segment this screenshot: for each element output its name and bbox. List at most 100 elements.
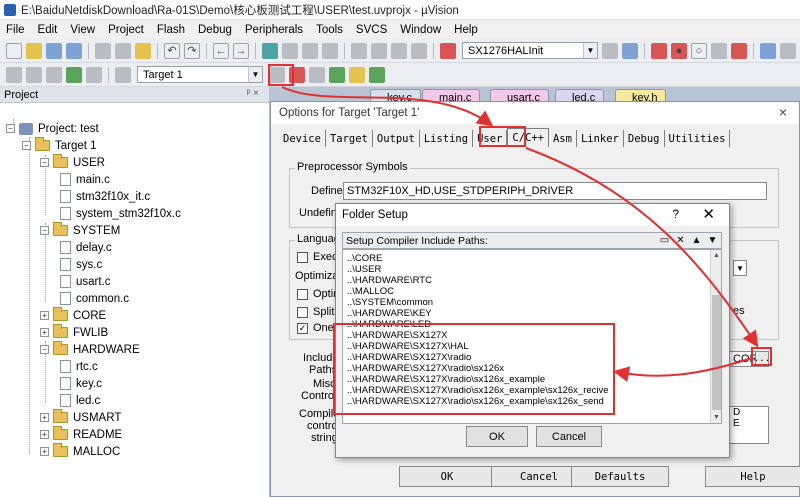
indent-icon[interactable] <box>351 42 367 59</box>
file-delay-c[interactable]: delay.c <box>56 239 112 256</box>
tab-target[interactable]: Target <box>326 130 373 147</box>
software-packs-icon[interactable] <box>349 66 365 83</box>
new-file-icon[interactable] <box>6 42 22 59</box>
tab-linker[interactable]: Linker <box>577 130 624 147</box>
group-hardware[interactable]: − HARDWARE <box>40 341 140 358</box>
comment-icon[interactable] <box>391 42 407 59</box>
build-icon[interactable] <box>26 66 42 83</box>
folder-cancel-button[interactable]: Cancel <box>536 426 602 447</box>
define-input[interactable]: STM32F10X_HD,USE_STDPERIPH_DRIVER <box>343 182 767 200</box>
pin-close-icon[interactable]: ᵖ × <box>247 88 259 99</box>
chevron-down-icon[interactable]: ▼ <box>248 67 262 82</box>
find-icon[interactable] <box>602 42 618 59</box>
options-defaults-button[interactable]: Defaults <box>571 466 669 487</box>
file-usart-c[interactable]: usart.c <box>56 273 111 290</box>
tab-asm[interactable]: Asm <box>549 130 577 147</box>
rebuild-icon[interactable] <box>46 66 62 83</box>
scroll-up-icon[interactable]: ▲ <box>711 250 721 261</box>
close-icon[interactable]: × <box>779 104 787 120</box>
new-path-icon[interactable]: ▭ <box>657 234 672 247</box>
group-fwlib[interactable]: + FWLIB <box>40 324 108 341</box>
stop-build-icon[interactable] <box>86 66 102 83</box>
cut-icon[interactable] <box>95 42 111 59</box>
help-icon[interactable]: ? <box>672 207 679 221</box>
split-load-checkbox[interactable] <box>297 307 308 318</box>
list-item[interactable]: ..\SYSTEM\common <box>347 297 433 308</box>
menu-svcs[interactable]: SVCS <box>356 24 387 36</box>
target-node[interactable]: − Target 1 <box>22 137 97 154</box>
group-core[interactable]: + CORE <box>40 307 106 324</box>
group-user[interactable]: − USER <box>40 154 105 171</box>
file-main-c[interactable]: main.c <box>56 171 110 188</box>
nav-back-icon[interactable]: ← <box>213 42 229 59</box>
optimize-time-checkbox[interactable] <box>297 289 308 300</box>
scroll-thumb[interactable] <box>712 295 721 410</box>
options-help-button[interactable]: Help <box>705 466 800 487</box>
save-all-icon[interactable] <box>66 42 82 59</box>
pack-installer-icon[interactable] <box>369 66 385 83</box>
tab-output[interactable]: Output <box>373 130 420 147</box>
file-common-c[interactable]: common.c <box>56 290 129 307</box>
scroll-down-icon[interactable]: ▼ <box>711 412 721 423</box>
copy-icon[interactable] <box>115 42 131 59</box>
list-item[interactable]: ..\HARDWARE\RTC <box>347 275 432 286</box>
incremental-find-icon[interactable] <box>622 42 638 59</box>
kill-breakpoints-icon[interactable] <box>711 42 727 59</box>
chevron-down-icon[interactable]: ▼ <box>583 43 597 58</box>
group-readme[interactable]: + README <box>40 426 122 443</box>
select-packs-icon[interactable] <box>309 66 325 83</box>
translate-icon[interactable] <box>6 66 22 83</box>
uncomment-icon[interactable] <box>411 42 427 59</box>
warnings-dropdown[interactable]: ▼ <box>733 260 747 276</box>
function-combo[interactable]: SX1276HALInit ▼ <box>462 42 598 59</box>
execute-only-checkbox[interactable] <box>297 252 308 263</box>
load-download-icon[interactable] <box>115 66 131 83</box>
menu-flash[interactable]: Flash <box>157 24 185 36</box>
paths-scrollbar[interactable]: ▲ ▼ <box>710 250 721 423</box>
move-down-icon[interactable]: ▼ <box>705 234 720 247</box>
nav-forward-icon[interactable]: → <box>233 42 249 59</box>
redo-icon[interactable]: ↷ <box>184 42 200 59</box>
list-item[interactable]: ..\HARDWARE\KEY <box>347 308 432 319</box>
bookmark-icon[interactable] <box>262 42 278 59</box>
options-ok-button[interactable]: OK <box>399 466 495 487</box>
prev-bookmark-icon[interactable] <box>282 42 298 59</box>
file-led-c[interactable]: led.c <box>56 392 100 409</box>
open-folder-icon[interactable] <box>26 42 42 59</box>
tab-utilities[interactable]: Utilities <box>665 130 731 147</box>
one-elf-checkbox[interactable]: ✓ <box>297 323 308 334</box>
project-root[interactable]: − Project: test <box>6 120 99 137</box>
group-system[interactable]: − SYSTEM <box>40 222 120 239</box>
menu-help[interactable]: Help <box>454 24 478 36</box>
menu-view[interactable]: View <box>70 24 95 36</box>
unindent-icon[interactable] <box>371 42 387 59</box>
tab-debug[interactable]: Debug <box>624 130 665 147</box>
file-rtc-c[interactable]: rtc.c <box>56 358 98 375</box>
menu-window[interactable]: Window <box>400 24 441 36</box>
list-item[interactable]: ..\MALLOC <box>347 286 394 297</box>
close-icon[interactable]: ✕ <box>702 205 715 223</box>
next-bookmark-icon[interactable] <box>302 42 318 59</box>
paste-icon[interactable] <box>135 42 151 59</box>
batch-build-icon[interactable] <box>66 66 82 83</box>
group-usmart[interactable]: + USMART <box>40 409 121 426</box>
save-icon[interactable] <box>46 42 62 59</box>
manage-runtime-icon[interactable] <box>329 66 345 83</box>
file-sys-c[interactable]: sys.c <box>56 256 102 273</box>
menu-project[interactable]: Project <box>108 24 144 36</box>
tab-listing[interactable]: Listing <box>420 130 474 147</box>
menu-file[interactable]: File <box>6 24 25 36</box>
file-key-c[interactable]: key.c <box>56 375 102 392</box>
list-item[interactable]: ..\USER <box>347 264 381 275</box>
tab-device[interactable]: Device <box>279 130 326 147</box>
clear-bookmarks-icon[interactable] <box>322 42 338 59</box>
window-layout-icon[interactable] <box>760 42 776 59</box>
find-in-files-icon[interactable] <box>440 42 456 59</box>
delete-path-icon[interactable]: ✕ <box>673 234 688 247</box>
menu-tools[interactable]: Tools <box>316 24 343 36</box>
undo-icon[interactable]: ↶ <box>164 42 180 59</box>
file-system-stm32f10x-c[interactable]: system_stm32f10x.c <box>56 205 181 222</box>
debug-session-icon[interactable] <box>651 42 667 59</box>
disable-breakpoint-icon[interactable]: ○ <box>691 42 707 59</box>
menu-peripherals[interactable]: Peripherals <box>245 24 303 36</box>
